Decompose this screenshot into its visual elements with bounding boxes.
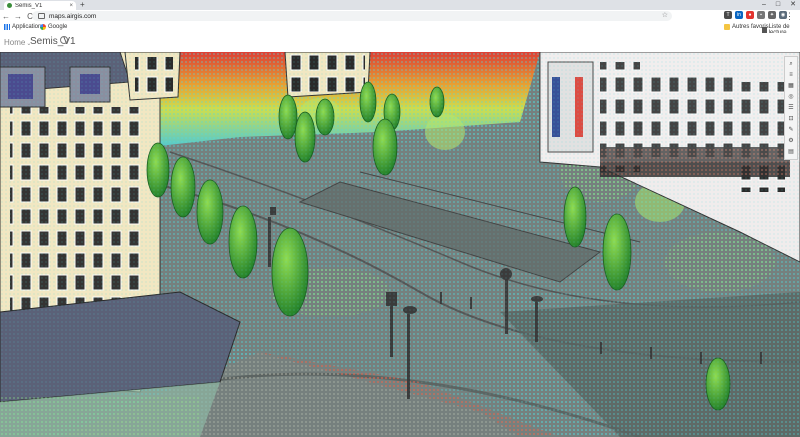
- translate-icon[interactable]: T: [724, 11, 732, 19]
- close-window-button[interactable]: ✕: [790, 0, 796, 10]
- url-input[interactable]: maps.airgis.com ☆: [32, 11, 672, 21]
- extension-icons: Tin ● ▪ ✦ ◉: [724, 11, 787, 19]
- bookmark-star-icon[interactable]: ☆: [662, 11, 668, 21]
- minimize-button[interactable]: –: [762, 0, 766, 10]
- bookmark-google[interactable]: Google: [40, 24, 67, 30]
- home-label: Home: [4, 38, 26, 47]
- layers-icon[interactable]: ≡: [787, 71, 795, 79]
- back-button[interactable]: ←: [0, 12, 12, 21]
- extension-red-icon[interactable]: ●: [746, 11, 754, 19]
- scene-render: [0, 52, 800, 437]
- tab-close-icon[interactable]: ×: [69, 3, 73, 9]
- app-header: Home⌄ Semis_V1: [0, 33, 800, 52]
- extension-gray-icon[interactable]: ▪: [757, 11, 765, 19]
- list-icon[interactable]: ☰: [787, 104, 795, 112]
- url-text: maps.airgis.com: [49, 12, 97, 20]
- apps-grid-icon: [4, 24, 10, 30]
- browser-tab-bar: Semis_V1 × + – □ ✕: [0, 0, 800, 10]
- page-title: Semis_V1: [30, 36, 76, 47]
- tab-title: Semis_V1: [15, 2, 43, 9]
- folder-icon: [724, 24, 730, 30]
- viewer-toolbar: ⌕ ≡ ▦ ◎ ☰ ⊡ ✎ ⚙ ▤: [784, 56, 798, 160]
- share-icon[interactable]: [60, 36, 68, 44]
- zoom-icon[interactable]: ⌕: [787, 60, 795, 68]
- google-icon: [40, 24, 46, 30]
- home-menu[interactable]: Home⌄: [4, 38, 31, 47]
- puzzle-icon[interactable]: ✦: [768, 11, 776, 19]
- 3d-viewer-canvas[interactable]: [0, 52, 800, 437]
- new-tab-button[interactable]: +: [80, 0, 85, 10]
- maximize-button[interactable]: □: [776, 0, 780, 10]
- linkedin-icon[interactable]: in: [735, 11, 743, 19]
- globe-icon[interactable]: ◎: [787, 93, 795, 101]
- window-controls: – □ ✕: [762, 0, 796, 10]
- table-icon[interactable]: ▤: [787, 148, 795, 156]
- bookmark-label: Google: [48, 24, 68, 30]
- wrench-icon[interactable]: ✎: [787, 126, 795, 134]
- settings-icon[interactable]: ⚙: [787, 137, 795, 145]
- forward-button[interactable]: →: [12, 12, 24, 21]
- browser-menu-icon[interactable]: ⋮: [785, 10, 794, 22]
- grid-icon[interactable]: ▦: [787, 82, 795, 90]
- measure-icon[interactable]: ⊡: [787, 115, 795, 123]
- browser-tab[interactable]: Semis_V1 ×: [4, 1, 76, 10]
- address-bar-row: ← → C maps.airgis.com ☆ Tin ● ▪ ✦ ◉ ⋮: [0, 10, 800, 23]
- lock-icon: [38, 13, 45, 19]
- bookmark-applications[interactable]: Applications: [4, 24, 44, 30]
- favicon-icon: [7, 3, 12, 8]
